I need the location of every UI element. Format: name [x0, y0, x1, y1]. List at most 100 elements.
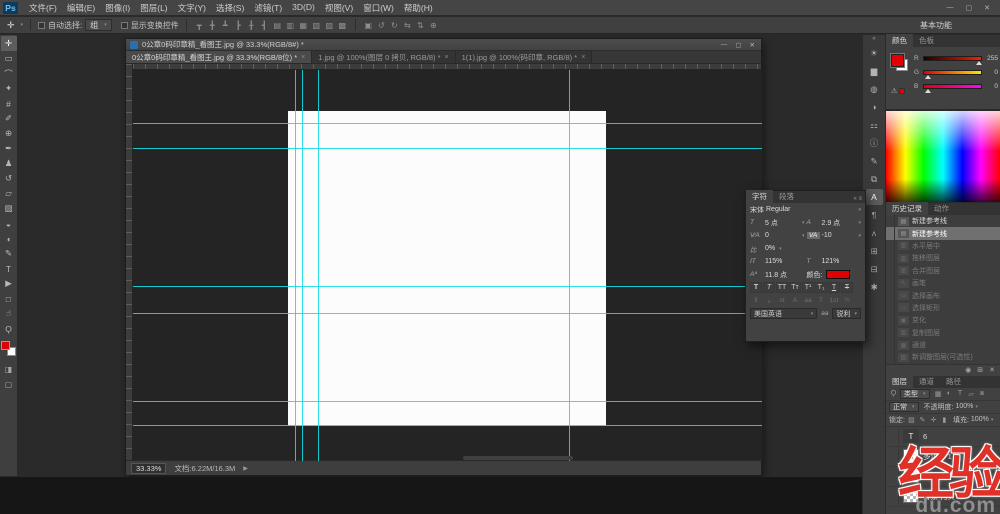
- history-source-checkbox[interactable]: [888, 215, 895, 227]
- guide-horizontal[interactable]: [133, 286, 762, 287]
- foreground-color-swatch[interactable]: [1, 341, 10, 350]
- align-bottom-edges-icon[interactable]: ┻: [220, 21, 231, 30]
- opentype-feature-button[interactable]: ℴ: [763, 296, 775, 306]
- crop-tool[interactable]: #: [1, 96, 17, 111]
- layer-name[interactable]: 多边形 1: [923, 451, 952, 462]
- distribute-right-edges-icon[interactable]: ▩: [337, 21, 348, 30]
- history-source-checkbox[interactable]: [888, 351, 895, 363]
- visibility-toggle[interactable]: [888, 427, 899, 446]
- paragraph-panel-icon[interactable]: ¶: [866, 207, 883, 223]
- menu-item[interactable]: 窗口(W): [358, 2, 399, 14]
- gamut-warning[interactable]: ⚠: [891, 87, 905, 95]
- workspace-switcher[interactable]: 基本功能: [920, 20, 952, 31]
- type-style-button[interactable]: T: [750, 282, 762, 293]
- timeline-panel-icon[interactable]: ⊟: [866, 261, 883, 277]
- menu-item[interactable]: 选择(S): [211, 2, 249, 14]
- opacity-value[interactable]: 100%: [955, 403, 973, 410]
- tab-actions[interactable]: 动作: [928, 202, 955, 215]
- opentype-feature-button[interactable]: T: [815, 296, 827, 306]
- properties-panel-icon[interactable]: ✱: [866, 279, 883, 295]
- tracking-value[interactable]: -10: [822, 232, 832, 239]
- menu-item[interactable]: 文字(Y): [173, 2, 211, 14]
- clone-source-panel-icon[interactable]: ⧉: [866, 171, 883, 187]
- guide-vertical[interactable]: [318, 70, 319, 461]
- lock-position-icon[interactable]: ✛: [929, 416, 938, 424]
- collapse-dock-icon[interactable]: «: [863, 35, 885, 43]
- channel-slider[interactable]: [923, 56, 982, 61]
- menu-item[interactable]: 编辑(E): [62, 2, 100, 14]
- layer-thumbnail[interactable]: T: [903, 429, 919, 443]
- menu-item[interactable]: 视图(V): [320, 2, 358, 14]
- restore-button[interactable]: ▢: [966, 4, 973, 12]
- channel-value[interactable]: 0: [985, 69, 998, 76]
- spot-healing-tool[interactable]: ⊕: [1, 126, 17, 141]
- guide-horizontal[interactable]: [133, 401, 762, 402]
- layer-name[interactable]: 6: [923, 432, 927, 441]
- styles-panel-icon[interactable]: ⚏: [866, 117, 883, 133]
- chevron-down-icon[interactable]: ▾: [802, 233, 805, 239]
- layer-thumbnail[interactable]: [903, 489, 919, 503]
- fill-value[interactable]: 100%: [971, 416, 989, 423]
- history-brush-tool[interactable]: ↺: [1, 171, 17, 186]
- tab-close-icon[interactable]: ×: [445, 54, 449, 61]
- shape-layer-filter-icon[interactable]: ▱: [967, 390, 976, 398]
- type-style-button[interactable]: T¹: [802, 282, 814, 293]
- history-step[interactable]: ▭ 选择矩形: [886, 302, 1000, 314]
- font-style-value[interactable]: Regular: [766, 206, 791, 213]
- menu-item[interactable]: 文件(F): [24, 2, 62, 14]
- closest-web-color-swatch[interactable]: [899, 88, 905, 94]
- hand-tool[interactable]: ☝: [1, 306, 17, 321]
- layer-row[interactable]: 背景 拷贝: [886, 487, 1000, 507]
- kerning-value[interactable]: 0: [765, 232, 769, 239]
- canvas-image[interactable]: [288, 111, 606, 426]
- eraser-tool[interactable]: ▱: [1, 186, 17, 201]
- history-step[interactable]: ▥ 拖移图层: [886, 252, 1000, 264]
- history-source-checkbox[interactable]: [888, 265, 895, 277]
- history-step[interactable]: ▧ 新调整图层(可选性): [886, 351, 1000, 363]
- layer-row[interactable]: 图层 1: [886, 467, 1000, 487]
- opentype-feature-button[interactable]: fi: [750, 296, 762, 306]
- type-style-button[interactable]: TT: [776, 282, 788, 293]
- slider-knob-icon[interactable]: [925, 89, 931, 93]
- channel-value[interactable]: 255: [985, 55, 998, 62]
- navigator-panel-icon[interactable]: ◑: [866, 99, 883, 115]
- canvas-pasteboard[interactable]: [133, 70, 762, 461]
- layer-thumbnail[interactable]: ★: [903, 449, 919, 463]
- guide-horizontal[interactable]: [133, 148, 762, 149]
- tab-close-icon[interactable]: ×: [581, 54, 585, 61]
- history-source-checkbox[interactable]: [888, 289, 895, 301]
- proportional-spacing-value[interactable]: 0%: [765, 245, 775, 252]
- lock-image-icon[interactable]: ✎: [918, 416, 927, 424]
- pen-tool[interactable]: ✎: [1, 246, 17, 261]
- character-styles-panel-icon[interactable]: ʌ: [866, 225, 883, 241]
- marquee-tool[interactable]: ▭: [1, 51, 17, 66]
- chevron-down-icon[interactable]: ▾: [858, 207, 861, 213]
- slider-knob-icon[interactable]: [976, 61, 982, 65]
- history-source-checkbox[interactable]: [888, 240, 895, 252]
- path-selection-tool[interactable]: ▶: [1, 276, 17, 291]
- opentype-feature-button[interactable]: st: [776, 296, 788, 306]
- distribute-left-edges-icon[interactable]: ▧: [311, 21, 322, 30]
- history-source-checkbox[interactable]: [888, 314, 895, 326]
- camera-raw-panel-icon[interactable]: ◍: [866, 81, 883, 97]
- auto-select-dropdown[interactable]: 组 ▾: [85, 19, 112, 31]
- 3d-pan-icon[interactable]: ⇆: [402, 21, 413, 30]
- baseline-shift-value[interactable]: 11.8 点: [765, 270, 787, 280]
- chevron-down-icon[interactable]: ▾: [858, 233, 861, 239]
- new-document-from-state-icon[interactable]: ⊞: [977, 366, 983, 374]
- quick-mask-button[interactable]: ◨: [5, 365, 13, 374]
- type-style-button[interactable]: Tᴛ: [789, 282, 801, 293]
- distribute-top-edges-icon[interactable]: ▤: [272, 21, 283, 30]
- history-source-checkbox[interactable]: [888, 252, 895, 264]
- adjustment-layer-filter-icon[interactable]: ◐: [945, 390, 954, 398]
- distribute-horizontal-centers-icon[interactable]: ▨: [324, 21, 335, 30]
- opentype-feature-button[interactable]: A: [789, 296, 801, 306]
- foreground-color-swatch[interactable]: [891, 54, 904, 67]
- clone-stamp-tool[interactable]: ♟: [1, 156, 17, 171]
- histogram-panel-icon[interactable]: ▆: [866, 63, 883, 79]
- layer-thumbnail[interactable]: [903, 469, 919, 483]
- tab-color[interactable]: 颜色: [886, 34, 913, 47]
- history-step[interactable]: ▤ 新建参考线: [886, 227, 1000, 239]
- doc-minimize-button[interactable]: —: [721, 41, 728, 49]
- menu-item[interactable]: 图层(L): [135, 2, 172, 14]
